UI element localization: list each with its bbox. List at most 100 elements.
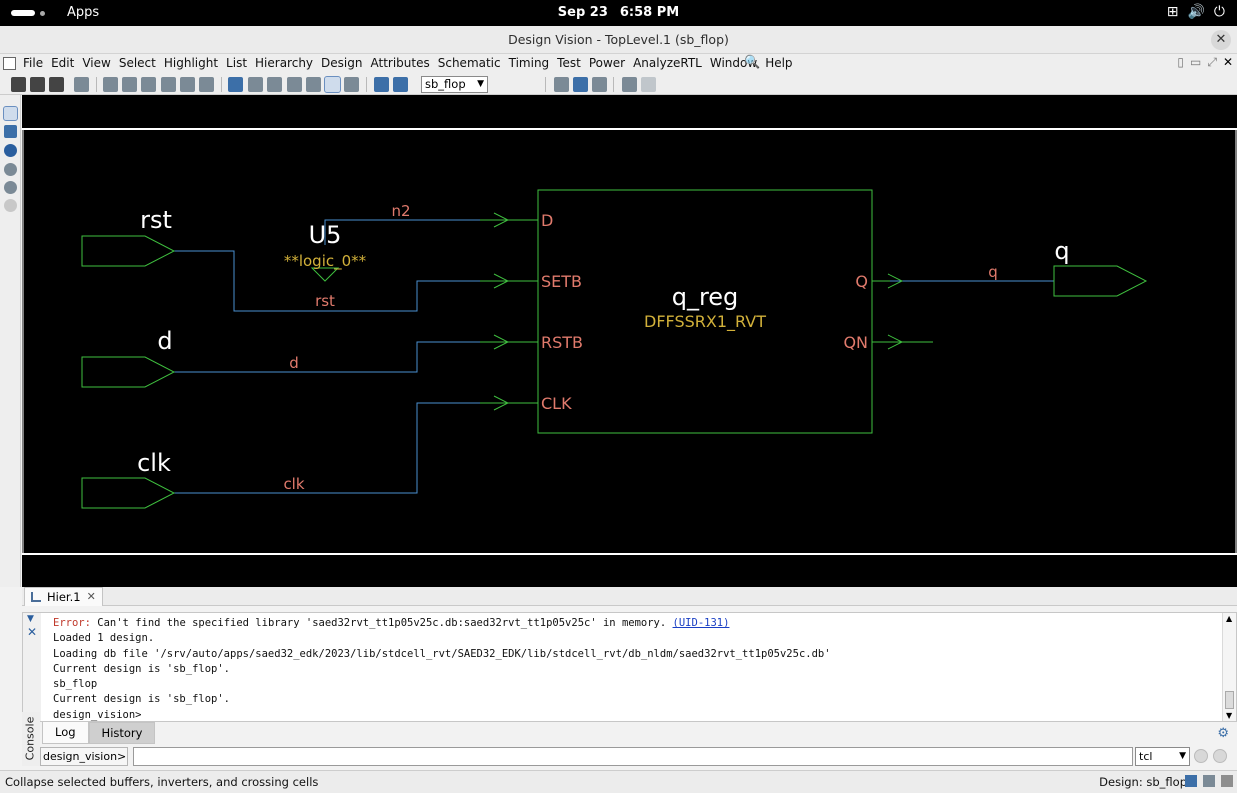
tab-close-icon[interactable]: ✕ bbox=[87, 588, 96, 606]
system-tray[interactable]: ⊞ 🔊 ⏻ bbox=[1167, 4, 1225, 20]
port-rst[interactable] bbox=[81, 235, 176, 267]
back-icon[interactable] bbox=[622, 77, 637, 92]
menu-edit[interactable]: Edit bbox=[47, 56, 78, 70]
log-error-text: Can't find the specified library 'saed32… bbox=[90, 617, 673, 629]
menu-timing[interactable]: Timing bbox=[505, 56, 554, 70]
wire-d[interactable] bbox=[174, 341, 480, 373]
net-label-d: d bbox=[289, 354, 299, 372]
select-path-icon[interactable] bbox=[554, 77, 569, 92]
zoom-in-icon[interactable] bbox=[122, 77, 137, 92]
zoom-out-icon[interactable] bbox=[141, 77, 156, 92]
tile-icon[interactable]: ▯ bbox=[1177, 55, 1184, 70]
date-label: Sep 23 bbox=[557, 5, 608, 20]
log-error-link[interactable]: (UID-131) bbox=[673, 617, 730, 629]
scroll-down-icon[interactable]: ▼ bbox=[1226, 711, 1232, 720]
path-schematic-icon[interactable] bbox=[573, 77, 588, 92]
flatten-icon[interactable] bbox=[267, 77, 282, 92]
menu-power[interactable]: Power bbox=[585, 56, 629, 70]
resize-grip-icon[interactable] bbox=[1221, 775, 1233, 787]
log-line: Loading db file '/srv/auto/apps/saed32_e… bbox=[53, 647, 831, 660]
menu-attributes[interactable]: Attributes bbox=[366, 56, 433, 70]
shell-select[interactable]: tcl ▼ bbox=[1135, 747, 1190, 766]
port-d[interactable] bbox=[81, 356, 176, 388]
fanin-icon[interactable] bbox=[287, 77, 302, 92]
collapse-down-icon[interactable]: ▼ bbox=[27, 614, 34, 624]
port-label-d: d bbox=[157, 327, 172, 355]
schematic-canvas[interactable]: rst d clk q U5 **logic_0** n2 rst d clk … bbox=[22, 95, 1237, 587]
zoom-fit-icon[interactable] bbox=[103, 77, 118, 92]
port-q[interactable] bbox=[1053, 265, 1148, 297]
fanout-icon[interactable] bbox=[306, 77, 321, 92]
tie-cell-name: U5 bbox=[309, 221, 342, 249]
close-console-icon[interactable]: ✕ bbox=[27, 625, 37, 639]
save-icon[interactable] bbox=[30, 77, 45, 92]
time-label: 6:58 PM bbox=[619, 5, 680, 20]
menu-test[interactable]: Test bbox=[553, 56, 585, 70]
info-icon[interactable] bbox=[4, 144, 17, 157]
wire-n2[interactable] bbox=[324, 219, 480, 245]
shell-select-value: tcl bbox=[1139, 750, 1153, 763]
console-log[interactable]: Error: Can't find the specified library … bbox=[53, 616, 831, 723]
slack-histogram-icon[interactable] bbox=[393, 77, 408, 92]
menu-highlight[interactable]: Highlight bbox=[160, 56, 222, 70]
tab-log[interactable]: Log bbox=[42, 722, 89, 744]
menu-select[interactable]: Select bbox=[115, 56, 160, 70]
clear-path-icon[interactable] bbox=[592, 77, 607, 92]
search-icon[interactable]: 🔍 bbox=[744, 55, 760, 70]
command-prompt: design_vision> bbox=[40, 747, 128, 766]
chevron-down-icon: ▼ bbox=[1179, 751, 1186, 761]
scroll-up-icon[interactable]: ▲ bbox=[1226, 614, 1232, 623]
hand-icon[interactable] bbox=[4, 199, 17, 212]
zoom-out-icon[interactable] bbox=[4, 181, 17, 194]
select-mode-icon[interactable] bbox=[1185, 775, 1197, 787]
float-icon[interactable]: ⤢ bbox=[1207, 55, 1217, 70]
design-select[interactable]: sb_flop ▼ bbox=[421, 76, 488, 93]
print-icon[interactable] bbox=[49, 77, 64, 92]
menu-hierarchy[interactable]: Hierarchy bbox=[251, 56, 317, 70]
select-pointer-icon[interactable] bbox=[3, 106, 18, 121]
clock[interactable]: Sep 23 6:58 PM bbox=[0, 5, 1237, 20]
menu-schematic[interactable]: Schematic bbox=[434, 56, 505, 70]
menu-view[interactable]: View bbox=[78, 56, 114, 70]
expand-icon[interactable] bbox=[344, 77, 359, 92]
collapse-buffers-icon[interactable] bbox=[324, 76, 341, 93]
close-icon: ✕ bbox=[1215, 32, 1227, 47]
tools-icon[interactable] bbox=[1203, 775, 1215, 787]
command-input[interactable] bbox=[133, 747, 1133, 766]
create-schematic-icon[interactable] bbox=[228, 77, 243, 92]
open-icon[interactable] bbox=[11, 77, 26, 92]
forward-icon[interactable] bbox=[641, 77, 656, 92]
histogram-icon[interactable] bbox=[374, 77, 389, 92]
zoom-clear-icon[interactable] bbox=[199, 77, 214, 92]
pencil-icon[interactable] bbox=[4, 125, 17, 138]
wire-clk[interactable] bbox=[174, 402, 480, 494]
log-line: Loaded 1 design. bbox=[53, 632, 155, 645]
hierarchy-icon[interactable] bbox=[248, 77, 263, 92]
pin-label-q: Q bbox=[855, 272, 868, 291]
menu-analyzertl[interactable]: AnalyzeRTL bbox=[629, 56, 706, 70]
menu-file[interactable]: File bbox=[19, 56, 47, 70]
tab-history[interactable]: History bbox=[88, 722, 156, 744]
port-clk[interactable] bbox=[81, 477, 176, 509]
window-close-button[interactable]: ✕ bbox=[1211, 30, 1231, 50]
status-design: Design: sb_flop bbox=[1099, 775, 1187, 789]
help-icon[interactable] bbox=[1194, 749, 1208, 763]
menu-help[interactable]: Help bbox=[761, 56, 796, 70]
tab-hier-1[interactable]: Hier.1 ✕ bbox=[24, 587, 103, 606]
close-icon[interactable]: ✕ bbox=[1223, 55, 1233, 70]
pan-icon[interactable] bbox=[161, 77, 176, 92]
gear-icon[interactable]: ⚙ bbox=[1217, 726, 1229, 741]
menu-list[interactable]: List bbox=[222, 56, 251, 70]
net-label-q: q bbox=[988, 263, 998, 281]
zoom-in-icon[interactable] bbox=[4, 163, 17, 176]
pin-label-qn: QN bbox=[843, 333, 868, 352]
left-tool-strip bbox=[0, 95, 21, 587]
pin-label-clk: CLK bbox=[541, 394, 572, 413]
scroll-thumb[interactable] bbox=[1225, 691, 1234, 709]
restore-icon[interactable]: ▭ bbox=[1190, 55, 1201, 70]
report-icon[interactable] bbox=[74, 77, 89, 92]
menu-design[interactable]: Design bbox=[317, 56, 366, 70]
console-scrollbar[interactable]: ▲ ▼ bbox=[1222, 613, 1236, 721]
zoom-previous-icon[interactable] bbox=[180, 77, 195, 92]
script-icon[interactable] bbox=[1213, 749, 1227, 763]
